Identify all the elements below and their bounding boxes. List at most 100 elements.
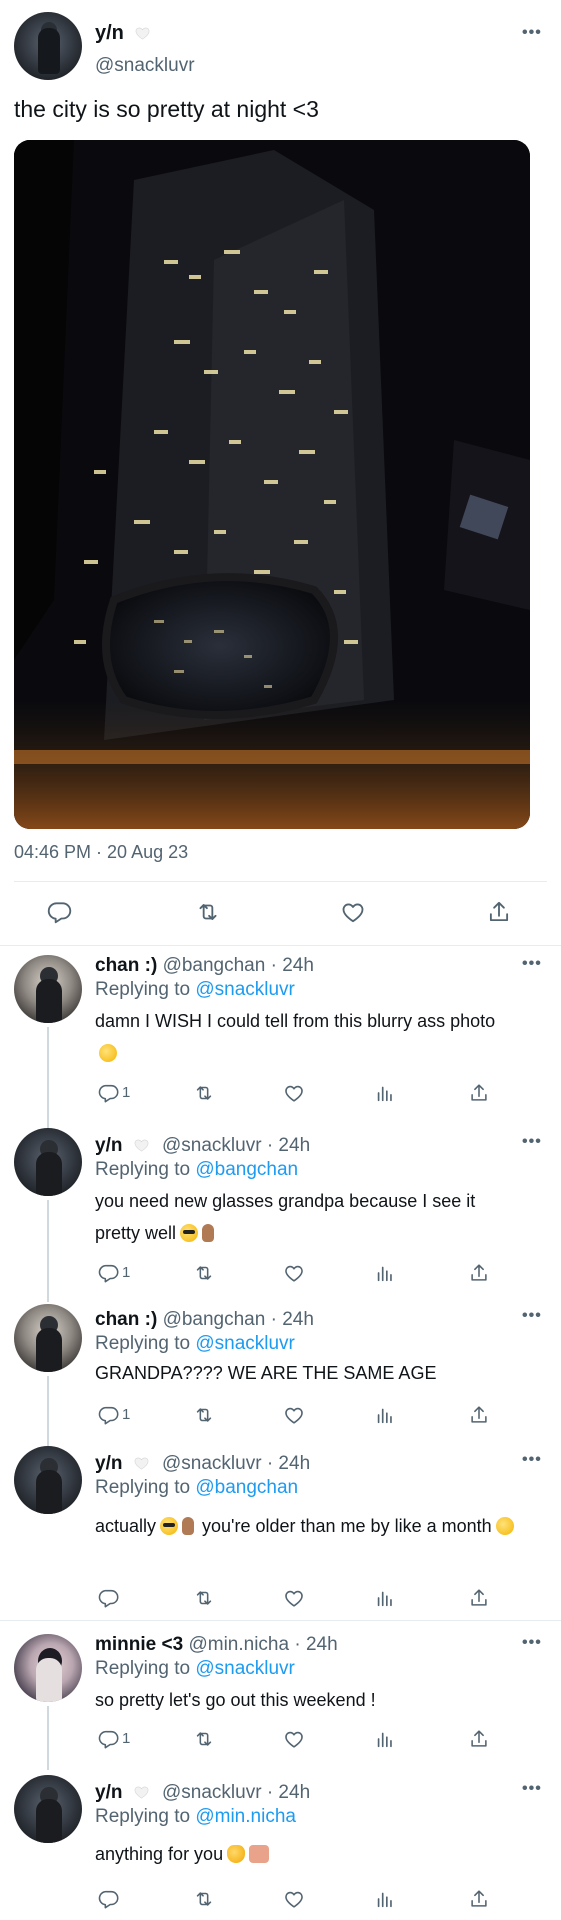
reply-header: y/n @snackluvr · 24h bbox=[95, 1453, 310, 1475]
analytics-icon[interactable] bbox=[370, 1884, 400, 1914]
mention-link[interactable]: @snackluvr bbox=[195, 1658, 295, 1679]
analytics-icon[interactable] bbox=[370, 1583, 400, 1613]
like-icon[interactable] bbox=[279, 1884, 309, 1914]
mention-link[interactable]: @bangchan bbox=[195, 1477, 298, 1498]
hand-emoji-icon bbox=[182, 1517, 195, 1535]
more-icon[interactable]: ••• bbox=[522, 1307, 542, 1325]
replying-label: Replying to bbox=[95, 1806, 196, 1827]
reply-tweet: chan :) @bangchan · 24h ••• Replying to … bbox=[0, 945, 561, 1128]
reply-text: damn I WISH I could tell from this blurr… bbox=[95, 1005, 515, 1069]
analytics-icon[interactable] bbox=[370, 1400, 400, 1430]
reply-meta: @snackluvr · 24h bbox=[162, 1135, 311, 1156]
more-icon[interactable]: ••• bbox=[522, 1634, 542, 1652]
tweet-text: the city is so pretty at night <3 bbox=[14, 96, 319, 122]
reply-author-name[interactable]: chan :) bbox=[95, 1309, 157, 1330]
share-icon[interactable] bbox=[464, 1583, 494, 1613]
author-handle[interactable]: @snackluvr bbox=[95, 55, 195, 77]
replying-label: Replying to bbox=[95, 1333, 196, 1354]
retweet-icon[interactable] bbox=[189, 1400, 219, 1430]
reply-icon[interactable] bbox=[94, 1583, 124, 1613]
avatar[interactable] bbox=[14, 12, 82, 80]
retweet-icon[interactable] bbox=[189, 1583, 219, 1613]
reply-header: chan :) @bangchan · 24h bbox=[95, 1309, 314, 1331]
cat-face-emoji-icon bbox=[227, 1845, 246, 1863]
more-icon[interactable]: ••• bbox=[522, 955, 542, 973]
tweet-photo[interactable] bbox=[14, 140, 530, 829]
more-icon[interactable]: ••• bbox=[522, 1780, 542, 1798]
retweet-icon[interactable] bbox=[189, 1884, 219, 1914]
reply-meta: @snackluvr · 24h bbox=[162, 1782, 311, 1803]
share-icon[interactable] bbox=[464, 1400, 494, 1430]
thread-line bbox=[47, 1027, 49, 1128]
reply-tweet: chan :) @bangchan · 24h ••• Replying to … bbox=[0, 1302, 561, 1446]
white-heart-icon bbox=[134, 1457, 149, 1470]
reply-author-name[interactable]: y/n bbox=[95, 1453, 122, 1474]
avatar[interactable] bbox=[14, 1128, 82, 1196]
reply-text-content: actually bbox=[95, 1516, 157, 1536]
like-icon[interactable] bbox=[338, 897, 368, 927]
tweet-timestamp: 04:46 PM · 20 Aug 23 bbox=[14, 842, 189, 862]
share-icon[interactable] bbox=[464, 1078, 494, 1108]
more-icon[interactable]: ••• bbox=[522, 1451, 542, 1469]
reply-icon[interactable] bbox=[94, 1724, 124, 1754]
reply-text: you need new glasses grandpa because I s… bbox=[95, 1185, 515, 1249]
avatar[interactable] bbox=[14, 1304, 82, 1372]
hand-emoji-icon bbox=[202, 1224, 215, 1242]
reply-author-name[interactable]: y/n bbox=[95, 1135, 122, 1156]
author-name[interactable]: y/n bbox=[95, 22, 150, 45]
mention-link[interactable]: @snackluvr bbox=[195, 979, 295, 1000]
reply-header: chan :) @bangchan · 24h bbox=[95, 955, 314, 977]
analytics-icon[interactable] bbox=[370, 1258, 400, 1288]
retweet-icon[interactable] bbox=[189, 1724, 219, 1754]
mention-link[interactable]: @bangchan bbox=[195, 1159, 298, 1180]
author-name-text[interactable]: y/n bbox=[95, 22, 124, 44]
reply-author-name[interactable]: chan :) bbox=[95, 955, 157, 976]
replying-to: Replying to @bangchan bbox=[95, 1159, 298, 1181]
reply-text: anything for you bbox=[95, 1838, 515, 1870]
replying-to: Replying to @bangchan bbox=[95, 1477, 298, 1499]
more-icon[interactable]: ••• bbox=[522, 24, 542, 42]
like-icon[interactable] bbox=[279, 1724, 309, 1754]
reply-icon[interactable] bbox=[94, 1258, 124, 1288]
reply-text: actually you're older than me by like a m… bbox=[95, 1510, 515, 1542]
reply-text-content: you need new glasses grandpa because I s… bbox=[95, 1191, 476, 1243]
avatar[interactable] bbox=[14, 1634, 82, 1702]
share-icon[interactable] bbox=[464, 1258, 494, 1288]
reply-icon[interactable] bbox=[94, 1400, 124, 1430]
replying-to: Replying to @snackluvr bbox=[95, 1333, 295, 1355]
replying-to: Replying to @snackluvr bbox=[95, 1658, 295, 1680]
avatar[interactable] bbox=[14, 955, 82, 1023]
reply-text-content: anything for you bbox=[95, 1844, 224, 1864]
share-icon[interactable] bbox=[464, 1884, 494, 1914]
reply-tweet: y/n @snackluvr · 24h ••• Replying to @mi… bbox=[0, 1770, 561, 1920]
mention-link[interactable]: @snackluvr bbox=[195, 1333, 295, 1354]
like-icon[interactable] bbox=[279, 1078, 309, 1108]
reply-tweet: y/n @snackluvr · 24h ••• Replying to @ba… bbox=[0, 1128, 561, 1302]
reply-meta: @bangchan · 24h bbox=[162, 1309, 314, 1330]
more-icon[interactable]: ••• bbox=[522, 1133, 542, 1151]
share-icon[interactable] bbox=[464, 1724, 494, 1754]
reply-icon[interactable] bbox=[94, 1884, 124, 1914]
analytics-icon[interactable] bbox=[370, 1078, 400, 1108]
like-icon[interactable] bbox=[279, 1258, 309, 1288]
like-icon[interactable] bbox=[279, 1583, 309, 1613]
like-icon[interactable] bbox=[279, 1400, 309, 1430]
reply-author-name[interactable]: minnie <3 bbox=[95, 1634, 183, 1655]
mention-link[interactable]: @min.nicha bbox=[195, 1806, 296, 1827]
reply-icon[interactable] bbox=[94, 1078, 124, 1108]
retweet-icon[interactable] bbox=[189, 1258, 219, 1288]
reply-text-content: you're older than me by like a month bbox=[202, 1516, 492, 1536]
reply-author-name[interactable]: y/n bbox=[95, 1782, 122, 1803]
share-icon[interactable] bbox=[484, 897, 514, 927]
reply-text-content: damn I WISH I could tell from this blurr… bbox=[95, 1011, 496, 1031]
reply-count: 1 bbox=[122, 1730, 131, 1747]
analytics-icon[interactable] bbox=[370, 1724, 400, 1754]
avatar[interactable] bbox=[14, 1446, 82, 1514]
replying-label: Replying to bbox=[95, 1658, 196, 1679]
reply-icon[interactable] bbox=[45, 897, 75, 927]
replying-label: Replying to bbox=[95, 979, 196, 1000]
grin-emoji-icon bbox=[99, 1044, 117, 1062]
avatar[interactable] bbox=[14, 1775, 82, 1843]
retweet-icon[interactable] bbox=[189, 1078, 219, 1108]
retweet-icon[interactable] bbox=[193, 897, 223, 927]
